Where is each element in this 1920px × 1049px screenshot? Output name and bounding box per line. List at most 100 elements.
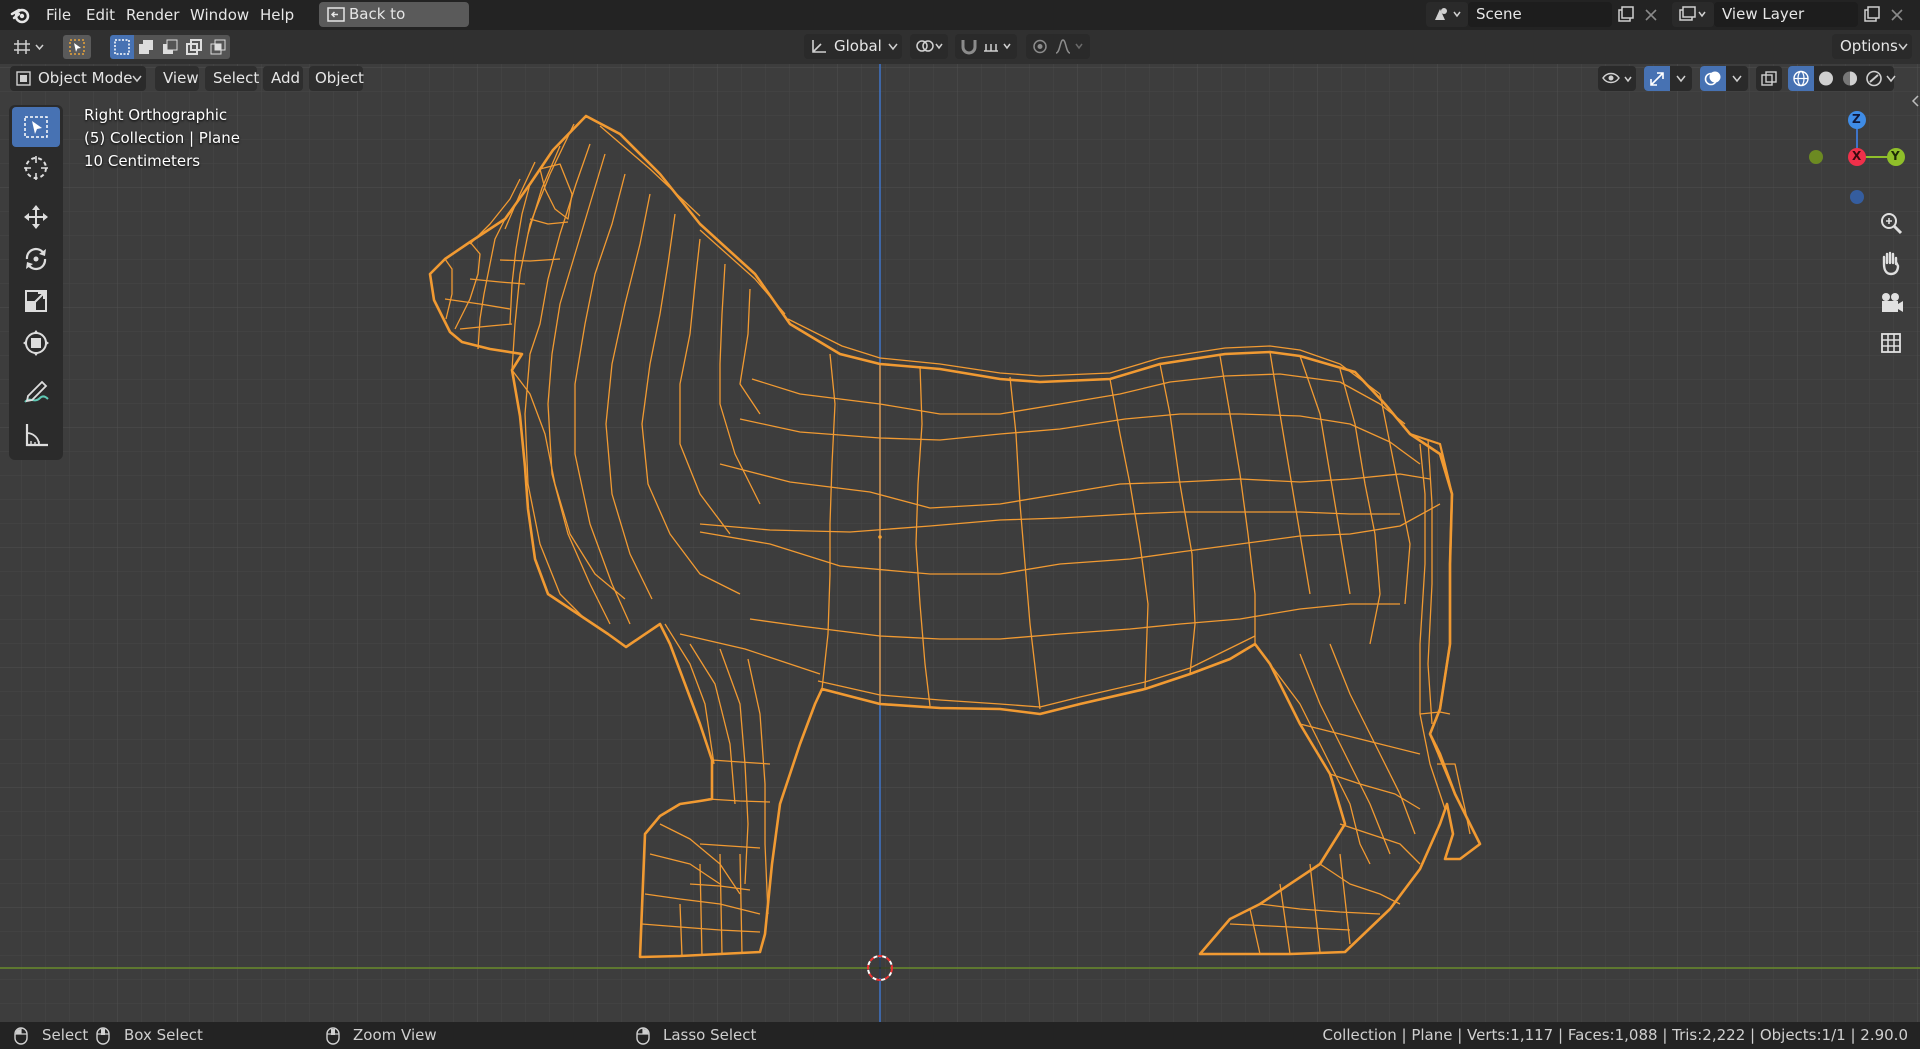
- mode-extend-icon: [139, 40, 153, 54]
- rendered-shading-icon: [1866, 70, 1882, 87]
- menu-render[interactable]: Render: [120, 4, 185, 26]
- falloff-icon[interactable]: [1054, 38, 1086, 55]
- status-select: Select: [42, 1026, 89, 1044]
- rotate-tool[interactable]: [12, 239, 60, 279]
- editor-type-icon[interactable]: [12, 38, 48, 56]
- transform-orientation-dropdown[interactable]: Global: [804, 34, 902, 59]
- object-menu[interactable]: Object: [309, 66, 364, 91]
- camera-view-button[interactable]: [1874, 286, 1908, 320]
- 3d-cursor[interactable]: [867, 955, 893, 981]
- options-dropdown[interactable]: Options: [1832, 34, 1912, 59]
- delete-view-layer-icon[interactable]: [1890, 8, 1904, 22]
- view-menu[interactable]: View: [155, 66, 199, 91]
- status-bar: Select Box Select Zoom View Lasso Select…: [0, 1022, 1920, 1049]
- scene-name: Scene: [1476, 5, 1522, 23]
- scale-tool[interactable]: [12, 281, 60, 321]
- mode-dropdown[interactable]: Object Mode: [10, 66, 146, 91]
- visibility-dropdown[interactable]: [1598, 66, 1636, 91]
- mouse-middle-icon: [326, 1027, 340, 1045]
- xray-icon: [1761, 71, 1777, 86]
- solid-shading-button[interactable]: [1814, 66, 1838, 91]
- pivot-point-dropdown[interactable]: [910, 34, 948, 59]
- grid-icon: [1881, 333, 1901, 353]
- neg-z-handle[interactable]: [1850, 190, 1864, 204]
- menu-edit[interactable]: Edit: [80, 4, 121, 26]
- view-layer-name-field[interactable]: View Layer: [1714, 2, 1858, 27]
- gizmo-icon: [1650, 72, 1664, 86]
- scene-name-field[interactable]: Scene: [1468, 2, 1612, 27]
- measure-tool-icon: [25, 424, 48, 447]
- view-layer-icon: [1679, 6, 1706, 21]
- mode-label: Object Mode: [38, 69, 133, 87]
- snap-element-icon[interactable]: [982, 38, 1014, 55]
- measure-tool[interactable]: [12, 415, 60, 455]
- mode-difference-button[interactable]: [182, 35, 206, 59]
- rendered-shading-button[interactable]: [1862, 66, 1886, 91]
- viewport-header: Object Mode View Select Add Object: [0, 64, 1920, 93]
- mode-intersect-icon: [210, 39, 226, 55]
- mode-subtract-button[interactable]: [158, 35, 182, 59]
- gizmo-group: [1644, 66, 1692, 91]
- menu-file[interactable]: File: [40, 4, 77, 26]
- grid-major: [0, 64, 1920, 1022]
- orthographic-toggle-button[interactable]: [1874, 326, 1908, 360]
- back-to-previous-button[interactable]: Back to Previous: [319, 2, 469, 48]
- delete-scene-icon[interactable]: [1644, 8, 1658, 22]
- menu-window[interactable]: Window: [184, 4, 255, 26]
- viewport-canvas[interactable]: [0, 64, 1920, 1022]
- chevron-down-icon[interactable]: [1732, 75, 1742, 83]
- move-tool[interactable]: [12, 197, 60, 237]
- object-mode-icon: [16, 71, 31, 86]
- overlay-icon: [1704, 71, 1721, 86]
- transform-tool[interactable]: [12, 323, 60, 363]
- object-origin-dot[interactable]: [878, 535, 882, 539]
- proportional-group: [1026, 34, 1090, 59]
- chevron-down-icon[interactable]: [1676, 75, 1686, 83]
- new-scene-icon[interactable]: [1617, 6, 1635, 24]
- wireframe-shading-button[interactable]: [1788, 66, 1814, 91]
- z-axis-label: Z: [1852, 112, 1861, 126]
- add-menu[interactable]: Add: [263, 66, 303, 91]
- chevron-down-icon[interactable]: [1886, 75, 1896, 83]
- xray-toggle[interactable]: [1756, 66, 1782, 91]
- add-menu-label: Add: [271, 69, 301, 87]
- material-shading-icon: [1843, 71, 1857, 86]
- material-shading-button[interactable]: [1838, 66, 1862, 91]
- navigation-gizmo[interactable]: Z X Y: [1800, 104, 1910, 204]
- sidebar-toggle-icon[interactable]: [1910, 94, 1920, 108]
- annotate-tool[interactable]: [12, 373, 60, 413]
- move-tool-icon: [24, 205, 48, 229]
- menu-help[interactable]: Help: [254, 4, 300, 26]
- chevron-down-icon: [888, 43, 898, 51]
- select-menu[interactable]: Select: [205, 66, 259, 91]
- cursor-tool[interactable]: [12, 148, 60, 188]
- selection-mode-group: [110, 35, 230, 59]
- select-box-tool[interactable]: [12, 107, 60, 147]
- snap-icon[interactable]: [960, 38, 978, 55]
- orientation-label: Global: [834, 37, 882, 55]
- proportional-icon[interactable]: [1031, 38, 1049, 55]
- scene-browse-button[interactable]: [1426, 2, 1468, 27]
- overlay-toggle[interactable]: [1700, 66, 1726, 91]
- snap-group: [955, 34, 1017, 59]
- toolbar-panel: [9, 105, 63, 460]
- active-tool-button[interactable]: [63, 35, 91, 59]
- gizmo-toggle[interactable]: [1644, 66, 1670, 91]
- mode-intersect-button[interactable]: [206, 35, 230, 59]
- status-zoom-view: Zoom View: [353, 1026, 437, 1044]
- neg-y-handle[interactable]: [1809, 150, 1823, 164]
- view-layer-browse-button[interactable]: [1672, 2, 1714, 27]
- mode-set-button[interactable]: [110, 35, 134, 59]
- options-label: Options: [1840, 37, 1898, 55]
- pan-hand-icon: [1882, 251, 1900, 276]
- zoom-button[interactable]: [1874, 206, 1908, 240]
- mode-extend-button[interactable]: [134, 35, 158, 59]
- rotate-tool-icon: [25, 247, 47, 271]
- top-bar: File Edit Render Window Help Back to Pre…: [0, 0, 1920, 48]
- 3d-viewport[interactable]: Right Orthographic (5) Collection | Plan…: [0, 64, 1920, 1022]
- pan-button[interactable]: [1874, 246, 1908, 280]
- blender-logo-icon[interactable]: [10, 5, 32, 25]
- status-box-select: Box Select: [124, 1026, 203, 1044]
- new-view-layer-icon[interactable]: [1863, 6, 1881, 24]
- camera-icon: [1882, 293, 1903, 312]
